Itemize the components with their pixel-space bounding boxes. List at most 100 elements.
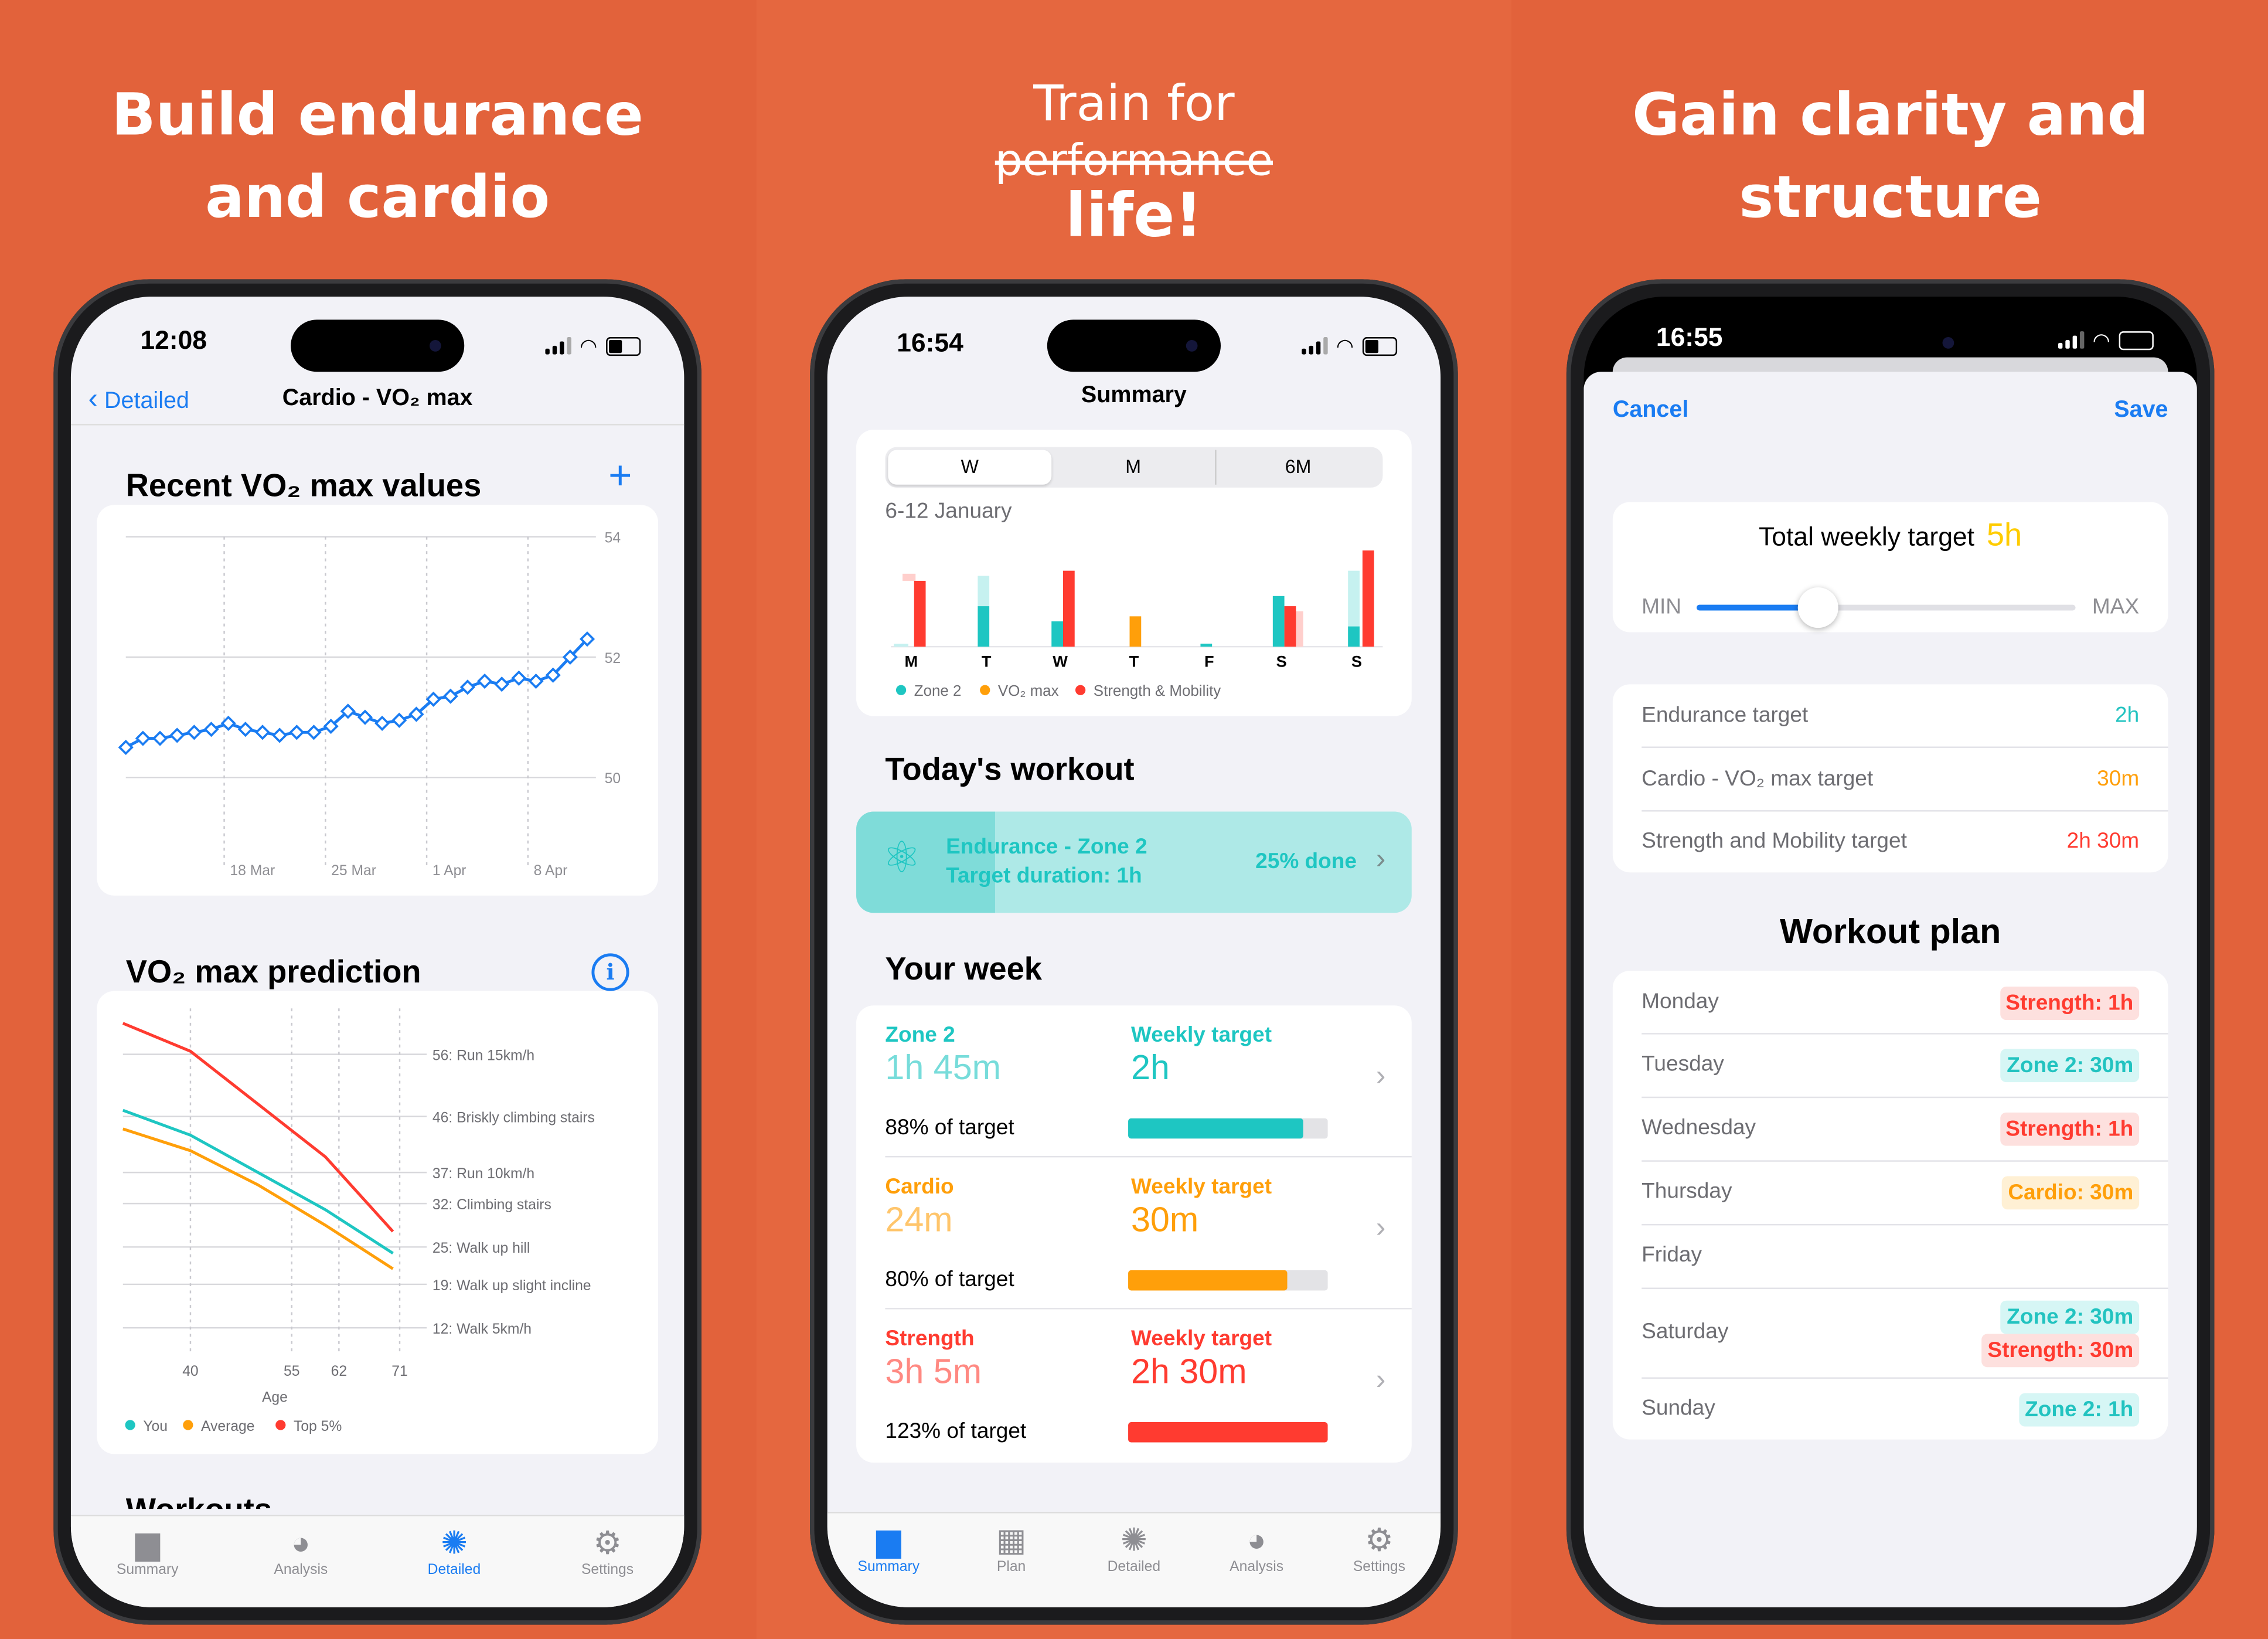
reference-label: 12: Walk 5km/h [433, 1321, 532, 1337]
vo2-point [152, 730, 168, 746]
week-row-name: Zone 2 [885, 1022, 955, 1048]
tab-label: Detailed [427, 1562, 481, 1579]
signal-icon [2058, 331, 2084, 349]
headline-line-2: and cardio [205, 165, 550, 232]
day-label: W [1053, 652, 1068, 671]
tab-summary[interactable]: ▆ Summary [831, 1522, 946, 1607]
vo2-point [118, 739, 134, 756]
week-row-pct: 88% of target [885, 1115, 1014, 1140]
week-row-target-label: Weekly target [1130, 1175, 1272, 1199]
target-row[interactable]: Strength and Mobility target 2h 30m [1613, 810, 2168, 872]
vo2-point [135, 730, 151, 746]
x-tick-label: 25 Mar [331, 863, 376, 879]
plan-items: Zone 2: 30m [2001, 1049, 2140, 1083]
tab-summary[interactable]: ▆ Summary [90, 1525, 205, 1607]
bar-zone2 [1348, 626, 1360, 647]
todays-workout-card[interactable]: ⚛ Endurance - Zone 2 Target duration: 1h… [856, 811, 1412, 913]
x-tick-label: 18 Mar [230, 863, 275, 879]
bar-strength [1362, 550, 1374, 647]
workout-progress-label: 25% done [1255, 849, 1357, 874]
dynamic-island [1047, 319, 1221, 372]
info-icon[interactable]: i [591, 953, 629, 991]
week-row[interactable]: Zone 2 1h 45m Weekly target 2h 88% of ta… [856, 1005, 1412, 1158]
chevron-right-icon: › [1375, 1212, 1386, 1244]
y-tick-label: 54 [605, 531, 621, 546]
plan-row-monday[interactable]: Monday Strength: 1h [1613, 971, 2168, 1034]
x-tick-label: 40 [182, 1363, 198, 1379]
x-tick-label: 55 [284, 1363, 299, 1379]
plan-items: Strength: 1h [2000, 1112, 2140, 1146]
x-tick-label: 1 Apr [433, 863, 466, 879]
vo2-point [306, 725, 322, 740]
plan-row-friday[interactable]: Friday [1613, 1224, 2168, 1288]
target-row[interactable]: Cardio - VO₂ max target 30m [1613, 747, 2168, 811]
plan-row-saturday[interactable]: Saturday Zone 2: 30m Strength: 30m [1613, 1288, 2168, 1378]
tab-settings[interactable]: ⚙ Settings [550, 1525, 665, 1607]
add-value-button[interactable]: + [608, 453, 632, 499]
workout-name: Endurance - Zone 2 [946, 835, 1147, 859]
tab-analysis[interactable]: ◕ Analysis [1198, 1522, 1314, 1607]
your-week-card: Zone 2 1h 45m Weekly target 2h 88% of ta… [856, 1005, 1412, 1463]
bar-vo2 [1129, 616, 1142, 647]
day-label: T [1129, 652, 1139, 671]
week-row[interactable]: Cardio 24m Weekly target 30m 80% of targ… [856, 1157, 1412, 1310]
bar-strength [1284, 606, 1296, 647]
plan-item-pill: Strength: 30m [1981, 1334, 2140, 1368]
segment-six-months[interactable]: 6M [1215, 450, 1380, 485]
plan-day: Thursday [1642, 1179, 1732, 1204]
vo2-point [442, 688, 458, 704]
week-row-target-label: Weekly target [1130, 1022, 1272, 1048]
day-label: S [1276, 652, 1287, 671]
tab-detailed[interactable]: ✺ Detailed [1076, 1522, 1191, 1607]
plan-items: Zone 2: 30m Strength: 30m [1981, 1300, 2140, 1368]
legend-swatch [125, 1420, 135, 1430]
x-tick-label: 71 [391, 1363, 407, 1379]
detailed-dial-icon: ✺ [1121, 1522, 1147, 1559]
week-row-value: 24m [885, 1201, 953, 1240]
tab-label: Settings [1353, 1559, 1406, 1576]
weekly-bar-chart: M T W T F S S Zone 2 VO₂ max Strength & Mobility [891, 550, 1383, 699]
period-segmented-control: W M 6M [885, 447, 1383, 488]
tab-detailed[interactable]: ✺ Detailed [396, 1525, 512, 1607]
plan-row-thursday[interactable]: Thursday Cardio: 30m [1613, 1160, 2168, 1225]
bar-zone2 [978, 606, 990, 647]
total-target-slider[interactable] [1696, 587, 2076, 628]
tab-settings[interactable]: ⚙ Settings [1322, 1522, 1437, 1607]
segment-week[interactable]: W [888, 450, 1052, 485]
plan-row-tuesday[interactable]: Tuesday Zone 2: 30m [1613, 1033, 2168, 1097]
legend-swatch [895, 685, 907, 695]
day-label: F [1204, 652, 1214, 671]
week-row[interactable]: Strength 3h 5m Weekly target 2h 30m 123%… [856, 1310, 1412, 1461]
week-row-target-label: Weekly target [1130, 1327, 1272, 1352]
cancel-button[interactable]: Cancel [1613, 398, 1688, 424]
plan-item-pill: Zone 2: 1h [2019, 1392, 2140, 1426]
tab-label: Summary [857, 1559, 920, 1576]
target-row[interactable]: Endurance target 2h [1613, 684, 2168, 748]
legend-swatch [1075, 685, 1086, 695]
gear-icon: ⚙ [1365, 1522, 1394, 1559]
summary-card: W M 6M 6-12 January M T W T F S S Zone 2 VO₂ max… [856, 429, 1412, 716]
workout-duration: Target duration: 1h [946, 863, 1142, 889]
legend-label: Zone 2 [914, 683, 962, 699]
vo2-point [237, 722, 253, 737]
plan-row-wednesday[interactable]: Wednesday Strength: 1h [1613, 1097, 2168, 1161]
tab-label: Settings [581, 1562, 634, 1579]
bar-strength [1063, 570, 1075, 647]
segment-month[interactable]: M [1051, 450, 1215, 485]
week-row-target: 2h 30m [1130, 1352, 1247, 1392]
x-tick-label: 62 [331, 1363, 347, 1379]
save-button[interactable]: Save [2114, 398, 2168, 424]
status-time: 16:54 [897, 328, 963, 358]
week-row-pct: 123% of target [885, 1419, 1027, 1444]
plan-row-sunday[interactable]: Sunday Zone 2: 1h [1613, 1378, 2168, 1440]
tab-analysis[interactable]: ◕ Analysis [243, 1525, 359, 1607]
week-row-progress-track [1128, 1422, 1328, 1443]
slider-knob[interactable] [1797, 587, 1838, 628]
tab-label: Detailed [1107, 1559, 1161, 1576]
legend-label: VO₂ max [998, 683, 1059, 699]
target-value: 2h [2114, 703, 2140, 728]
wifi-icon: ◠ [1336, 334, 1354, 358]
tab-plan[interactable]: ▦ Plan [953, 1522, 1069, 1607]
vo2-point [391, 712, 407, 728]
slider-min-label: MIN [1642, 594, 1682, 620]
